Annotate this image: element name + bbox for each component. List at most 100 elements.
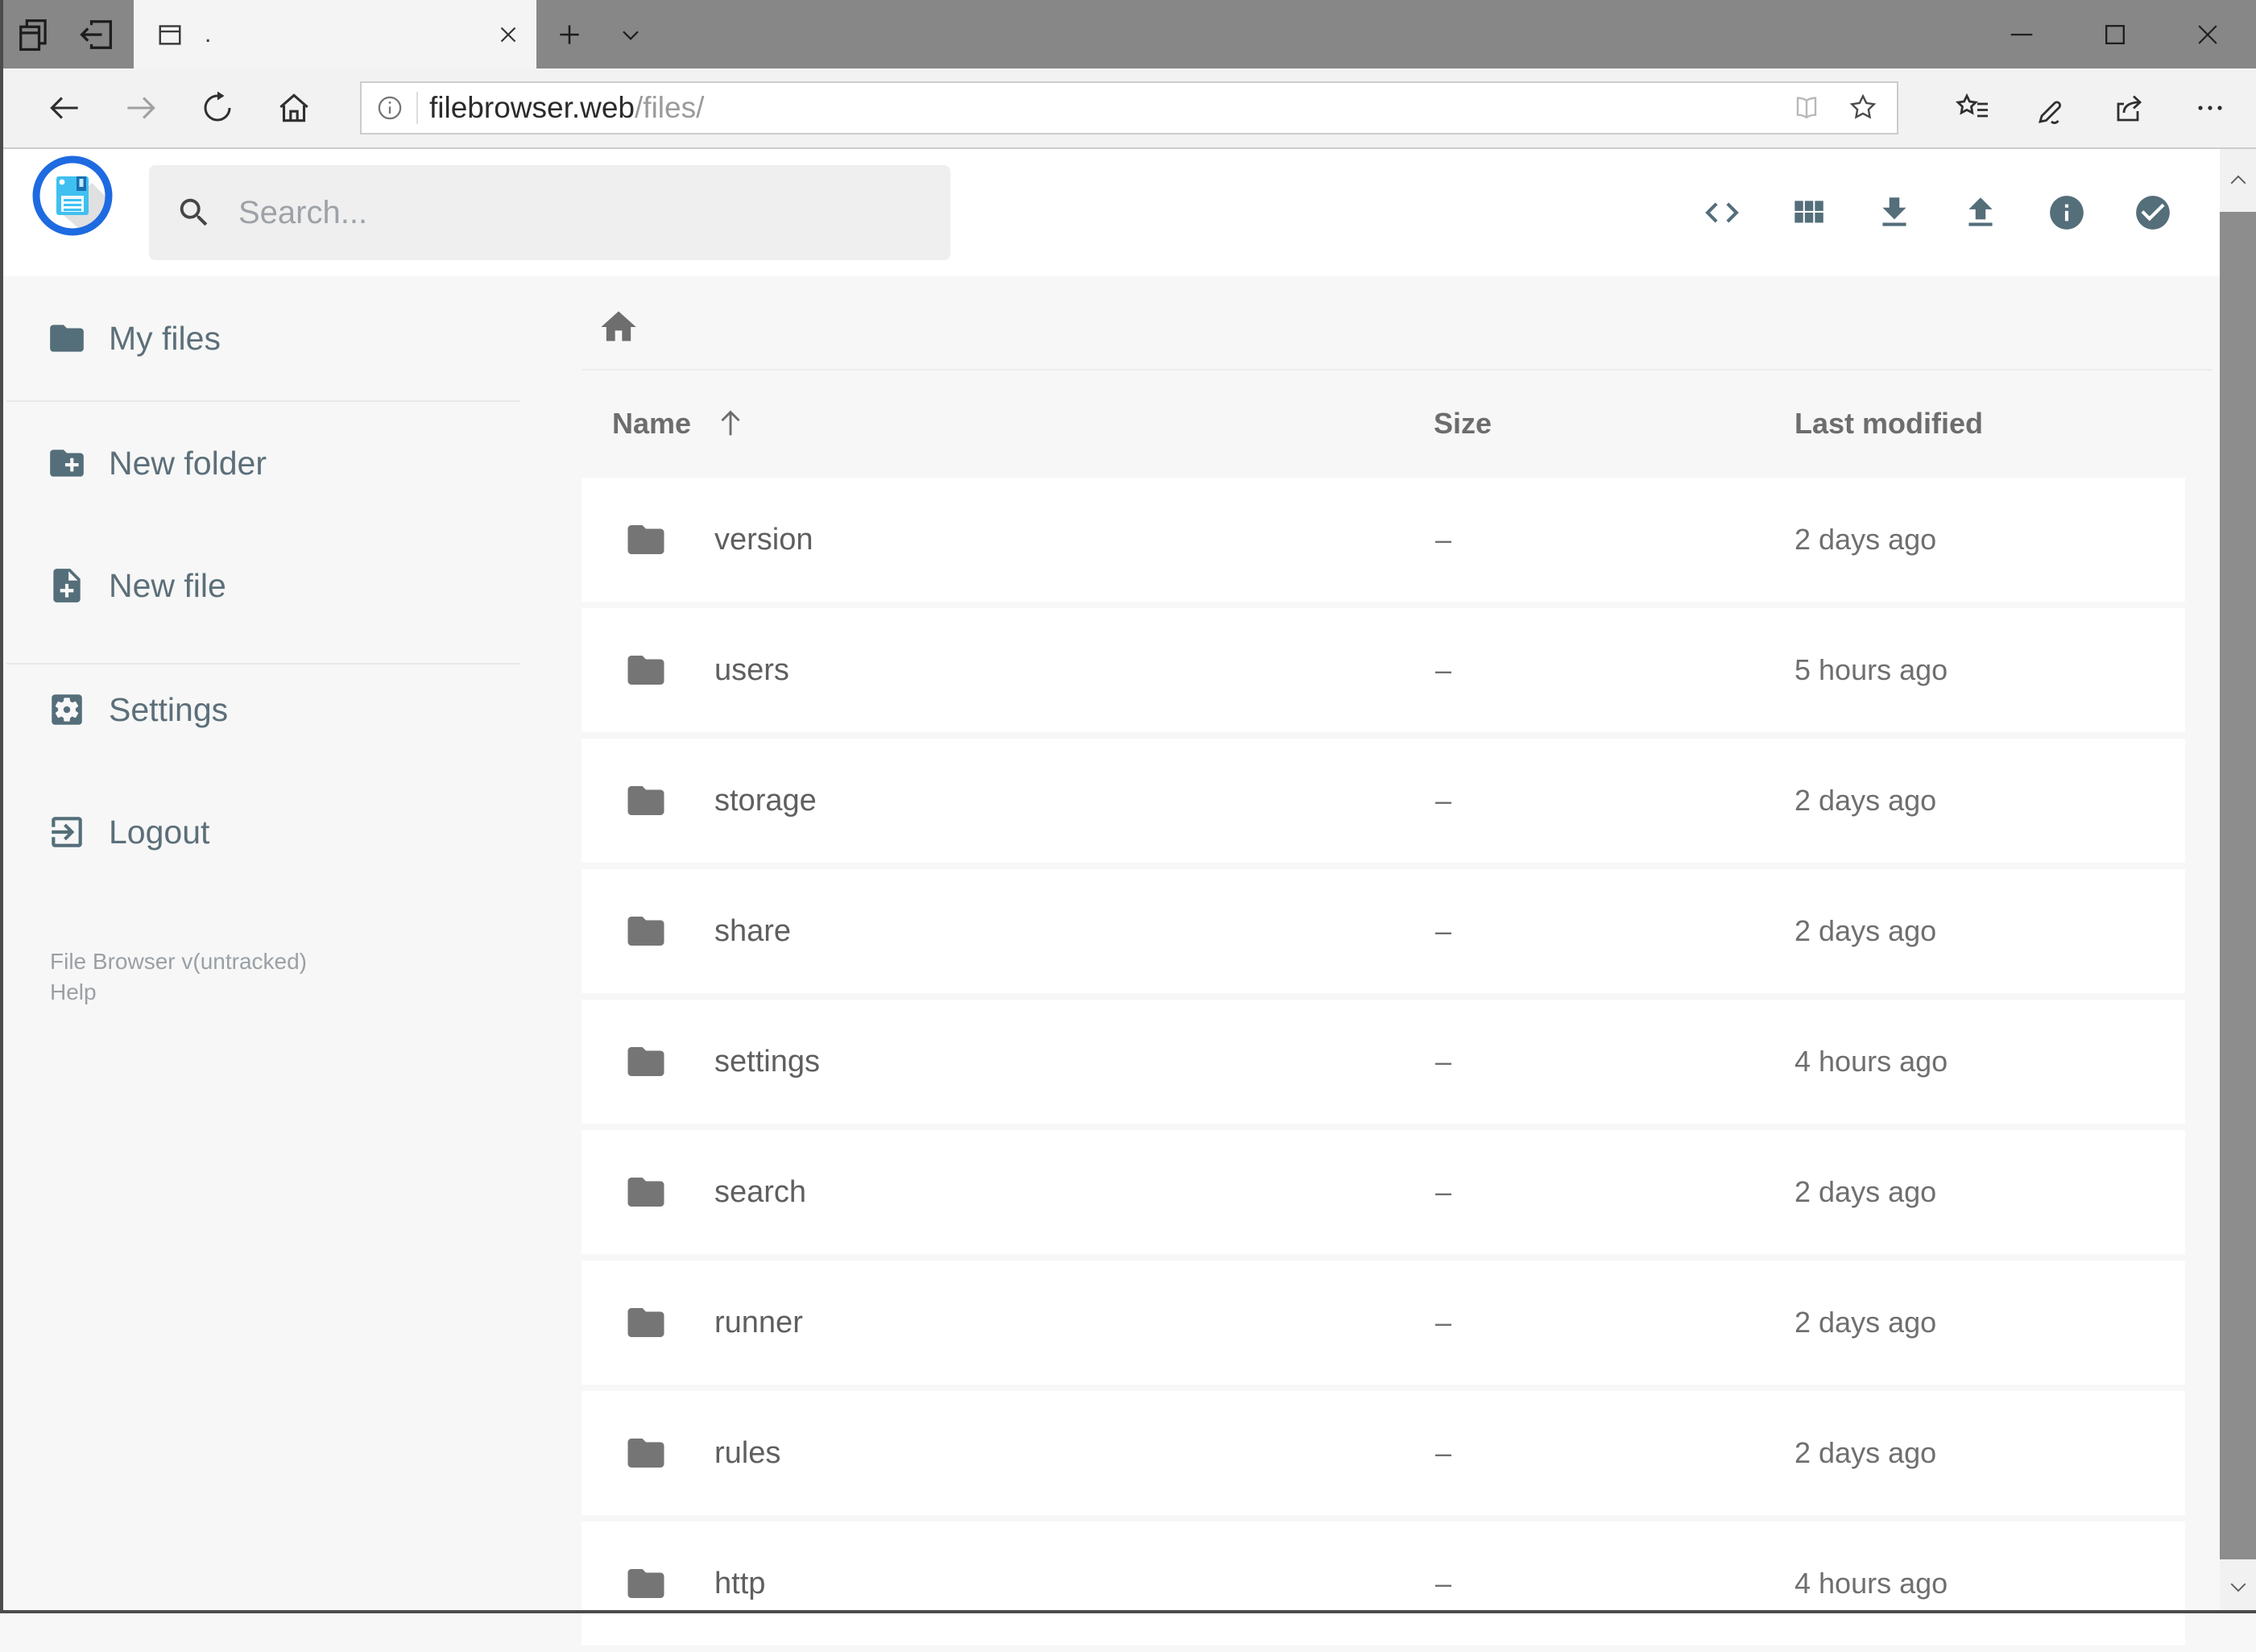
back-button[interactable] [36,68,93,147]
file-modified: 2 days ago [1794,784,1937,817]
tab-preview-chevron-icon[interactable] [606,0,656,68]
home-button[interactable] [266,68,322,147]
file-name: settings [714,1044,820,1079]
file-row[interactable]: runner – 2 days ago [582,1261,2185,1385]
download-icon[interactable] [1851,193,1937,233]
file-row[interactable]: storage – 2 days ago [582,739,2185,863]
sort-ascending-arrow-icon[interactable] [712,404,749,441]
page-scrollbar[interactable] [2220,149,2256,1613]
sidebar-item-logout[interactable]: Logout [0,788,564,876]
sidebar-item-new-file[interactable]: New file [0,541,564,630]
sidebar-item-label: New file [109,566,226,604]
browser-titlebar: . [0,0,2256,68]
share-icon[interactable] [2102,68,2159,147]
folder-icon [624,1301,668,1344]
address-bar[interactable]: filebrowser.web/files/ [360,81,1898,135]
file-modified: 2 days ago [1794,523,1937,556]
info-icon[interactable] [2023,193,2109,233]
help-link[interactable]: Help [50,979,97,1005]
reading-view-icon[interactable] [1789,90,1824,126]
grid-view-icon[interactable] [1765,193,1851,233]
file-row[interactable]: share – 2 days ago [582,869,2185,993]
file-name: version [714,522,813,557]
folder-icon [47,318,87,358]
file-row[interactable]: rules – 2 days ago [582,1391,2185,1515]
window-maximize-button[interactable] [2081,0,2149,68]
sidebar-item-my-files[interactable]: My files [0,294,564,383]
file-modified: 2 days ago [1794,914,1937,947]
tab-close-icon[interactable] [495,21,522,48]
url-path: /files/ [635,91,705,124]
web-notes-pen-icon[interactable] [2023,68,2080,147]
page-favicon-icon [153,18,187,52]
folder-icon [624,1170,668,1214]
file-size: – [1435,784,1452,817]
site-info-icon[interactable] [373,91,407,125]
file-modified: 4 hours ago [1794,1567,1948,1600]
browser-navbar: filebrowser.web/files/ [0,68,2256,149]
window-minimize-button[interactable] [1988,0,2055,68]
file-size: – [1435,1436,1452,1469]
tabs-set-aside-list-icon[interactable] [6,0,61,68]
settings-icon [47,689,87,730]
browser-tab[interactable]: . [134,0,536,68]
sidebar-divider [6,400,520,402]
column-header-size[interactable]: Size [1434,407,1492,441]
sidebar-item-new-folder[interactable]: New folder [0,419,564,507]
file-name: share [714,913,792,948]
select-multiple-check-icon[interactable] [2109,193,2196,233]
file-name: rules [714,1435,781,1470]
folder-icon [624,1040,668,1083]
file-size: – [1435,1045,1452,1078]
folder-icon [624,1562,668,1605]
file-size: – [1435,1175,1452,1208]
file-row[interactable]: users – 5 hours ago [582,608,2185,732]
file-size: – [1435,523,1452,556]
sidebar-item-label: Settings [109,690,229,728]
file-list: version – 2 days ago users – 5 hours ago… [582,478,2185,1652]
file-row[interactable]: version – 2 days ago [582,478,2185,602]
file-row[interactable]: http – 4 hours ago [582,1522,2185,1646]
column-header-name[interactable]: Name [612,407,691,441]
breadcrumb-home-icon[interactable] [598,306,640,348]
shell-command-icon[interactable] [1679,193,1765,233]
window-border-left [0,0,3,1613]
sidebar-divider [6,663,520,665]
favorites-hub-icon[interactable] [1944,68,2001,147]
filebrowser-logo[interactable] [32,155,113,236]
scrollbar-thumb[interactable] [2220,212,2256,1559]
file-row[interactable]: settings – 4 hours ago [582,1000,2185,1124]
folder-icon [624,779,668,822]
new-folder-icon [47,443,87,483]
refresh-button[interactable] [189,68,246,147]
file-modified: 5 hours ago [1794,653,1948,686]
file-size: – [1435,914,1452,947]
file-name: users [714,652,789,687]
address-separator [416,92,418,124]
breadcrumb-divider [582,369,2212,371]
folder-icon [624,518,668,561]
file-name: runner [714,1305,803,1339]
search-input[interactable] [237,193,926,232]
sidebar-item-label: New folder [109,444,267,482]
sidebar-item-settings[interactable]: Settings [0,665,564,754]
set-tabs-aside-icon[interactable] [69,0,124,68]
upload-icon[interactable] [1937,193,2023,233]
file-name: storage [714,783,817,818]
filebrowser-header [0,149,2256,276]
add-favorite-star-icon[interactable] [1845,90,1881,126]
folder-icon [624,1431,668,1475]
scrollbar-up-icon[interactable] [2220,149,2256,212]
search-bar[interactable] [149,165,950,260]
file-row[interactable]: search – 2 days ago [582,1130,2185,1254]
scrollbar-down-icon[interactable] [2220,1559,2256,1613]
file-modified: 2 days ago [1794,1306,1937,1339]
file-modified: 2 days ago [1794,1436,1937,1469]
forward-button[interactable] [113,68,169,147]
logout-icon [47,812,87,852]
column-header-modified[interactable]: Last modified [1794,407,1983,441]
window-close-button[interactable] [2174,0,2242,68]
app-version-text: File Browser v(untracked) [50,949,307,974]
new-tab-button[interactable] [544,0,594,68]
settings-menu-dots-icon[interactable] [2182,68,2238,147]
